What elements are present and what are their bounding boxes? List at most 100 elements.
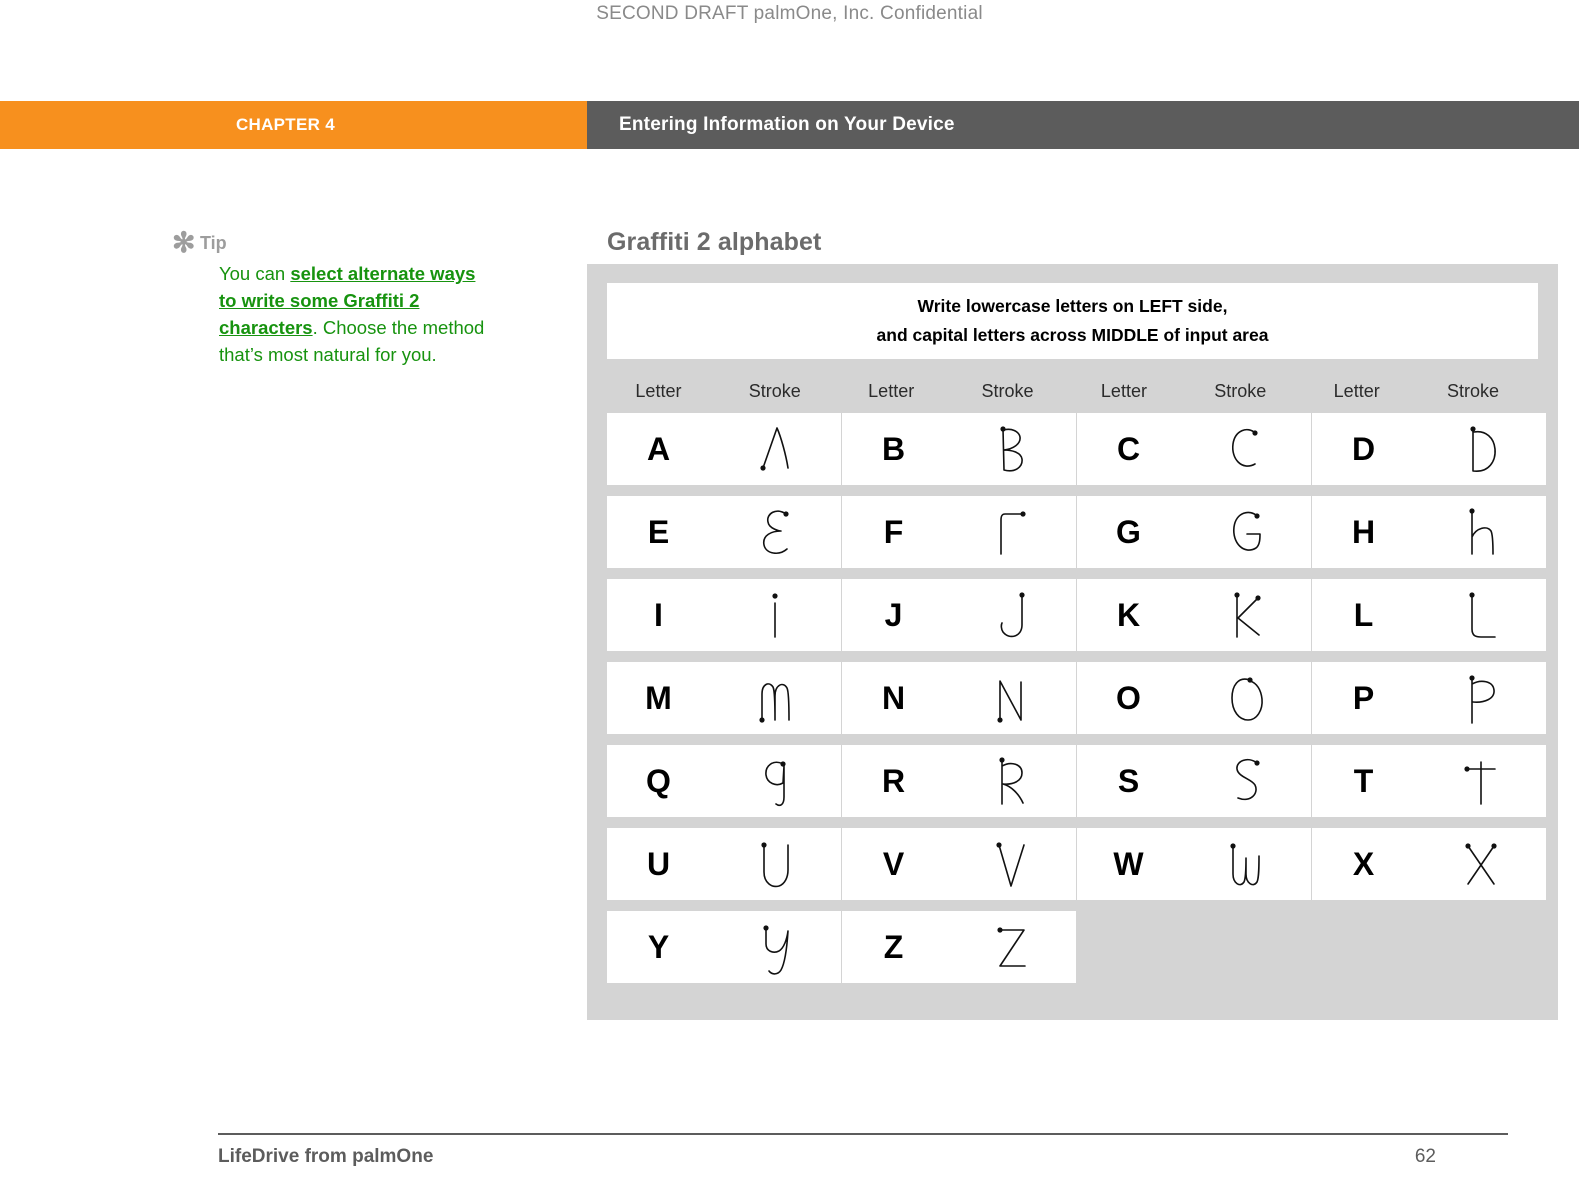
stroke-glyph-j-icon [945, 587, 1076, 643]
asterisk-icon: ✻ [172, 227, 196, 258]
letter-o: O [1116, 680, 1141, 716]
tip-block: ✻ Tip You can select alternate ways to w… [172, 227, 495, 368]
stroke-glyph-h-icon [1415, 504, 1546, 560]
stroke-glyph-w-icon [1180, 836, 1311, 892]
letter-l: L [1353, 597, 1374, 633]
stroke-glyph-p-icon [1415, 670, 1546, 726]
stroke-glyph-q-icon [710, 753, 841, 809]
alphabet-cell-i: I [607, 579, 841, 651]
chapter-number-block: CHAPTER 4 [0, 101, 587, 149]
alphabet-row: E F G H [607, 496, 1546, 568]
letter-r: R [881, 763, 906, 799]
alphabet-cell-s: S [1077, 745, 1311, 817]
alphabet-row: YZ [607, 911, 1538, 983]
stroke-glyph-f-icon [945, 504, 1076, 560]
alphabet-cell-k: K [1077, 579, 1311, 651]
stroke-glyph-z-icon [945, 919, 1076, 975]
page-footer: LifeDrive from palmOne 62 [218, 1133, 1508, 1168]
alphabet-cell-q: Q [607, 745, 841, 817]
letter-w: W [1113, 846, 1144, 882]
column-header-stroke: Stroke [981, 380, 1034, 401]
alphabet-row: I J K L [607, 579, 1546, 651]
letter-g: G [1116, 514, 1141, 550]
alphabet-cell-empty [1077, 911, 1307, 983]
alphabet-cell-n: N [842, 662, 1076, 734]
letter-c: C [1116, 431, 1141, 467]
letter-u: U [646, 846, 671, 882]
footer-page-number: 62 [1414, 1146, 1436, 1167]
stroke-glyph-e-icon [710, 504, 841, 560]
column-header-stroke: Stroke [1214, 380, 1267, 401]
tip-text-before: You can [219, 263, 291, 284]
letter-b: B [881, 431, 906, 467]
letter-d: D [1351, 431, 1376, 467]
alphabet-cell-g: G [1077, 496, 1311, 568]
instruction-line-1: Write lowercase letters on LEFT side, [917, 296, 1228, 316]
stroke-glyph-m-icon [710, 670, 841, 726]
letter-a: A [646, 431, 671, 467]
letter-q: Q [646, 763, 671, 799]
alphabet-cell-d: D [1312, 413, 1546, 485]
letter-j: J [884, 597, 903, 633]
alphabet-cell-t: T [1312, 745, 1546, 817]
alphabet-cell-j: J [842, 579, 1076, 651]
chapter-title-block: Entering Information on Your Device [587, 101, 1579, 149]
alphabet-row: U V W X [607, 828, 1546, 900]
stroke-glyph-g-icon [1180, 504, 1311, 560]
alphabet-cell-r: R [842, 745, 1076, 817]
alphabet-cell-m: M [607, 662, 841, 734]
alphabet-cell-y: Y [607, 911, 841, 983]
footer-product-name: LifeDrive from palmOne [218, 1146, 434, 1167]
letter-i: I [654, 597, 663, 633]
stroke-glyph-i-icon [710, 587, 841, 643]
letter-h: H [1351, 514, 1376, 550]
column-header-letter: Letter [1333, 380, 1380, 401]
tip-body: You can select alternate ways to write s… [219, 260, 495, 368]
column-header-letter: Letter [1100, 380, 1147, 401]
chapter-title-label: Entering Information on Your Device [619, 114, 955, 135]
alphabet-cell-o: O [1077, 662, 1311, 734]
column-header-row: Letter Stroke Letter Stroke Letter Strok… [607, 359, 1538, 413]
alphabet-cell-x: X [1312, 828, 1546, 900]
alphabet-cell-l: L [1312, 579, 1546, 651]
stroke-glyph-s-icon [1180, 753, 1311, 809]
alphabet-cell-empty [1308, 911, 1538, 983]
column-header-stroke: Stroke [748, 380, 801, 401]
column-header-letter: Letter [635, 380, 682, 401]
stroke-glyph-c-icon [1180, 421, 1311, 477]
stroke-glyph-r-icon [945, 753, 1076, 809]
letter-f: F [883, 514, 904, 550]
alphabet-cell-w: W [1077, 828, 1311, 900]
chapter-header-bar: CHAPTER 4 Entering Information on Your D… [0, 101, 1579, 149]
letter-x: X [1352, 846, 1375, 882]
draft-stamp: SECOND DRAFT palmOne, Inc. Confidential [596, 3, 983, 24]
alphabet-cell-c: C [1077, 413, 1311, 485]
alphabet-row: Q R S T [607, 745, 1546, 817]
stroke-glyph-d-icon [1415, 421, 1546, 477]
alphabet-cell-a: A [607, 413, 841, 485]
stroke-glyph-v-icon [945, 836, 1076, 892]
alphabet-cell-h: H [1312, 496, 1546, 568]
alphabet-cell-e: E [607, 496, 841, 568]
alphabet-cell-v: V [842, 828, 1076, 900]
alphabet-cell-f: F [842, 496, 1076, 568]
alphabet-cell-u: U [607, 828, 841, 900]
letter-k: K [1116, 597, 1141, 633]
stroke-glyph-l-icon [1415, 587, 1546, 643]
instruction-banner: Write lowercase letters on LEFT side, an… [607, 283, 1538, 359]
chapter-number-label: CHAPTER 4 [235, 115, 335, 134]
letter-m: M [645, 680, 672, 716]
stroke-glyph-b-icon [945, 421, 1076, 477]
stroke-glyph-y-icon [710, 919, 841, 975]
tip-header: ✻ Tip [172, 227, 492, 258]
letter-y: Y [647, 929, 670, 965]
alphabet-row: A B C D [607, 413, 1546, 485]
stroke-glyph-n-icon [945, 670, 1076, 726]
graffiti-alphabet-panel: Write lowercase letters on LEFT side, an… [587, 264, 1558, 1020]
letter-z: Z [883, 929, 904, 965]
letter-e: E [647, 514, 670, 550]
alphabet-cell-b: B [842, 413, 1076, 485]
column-header-stroke: Stroke [1447, 380, 1500, 401]
stroke-glyph-o-icon [1180, 670, 1311, 726]
letter-v: V [882, 846, 905, 882]
